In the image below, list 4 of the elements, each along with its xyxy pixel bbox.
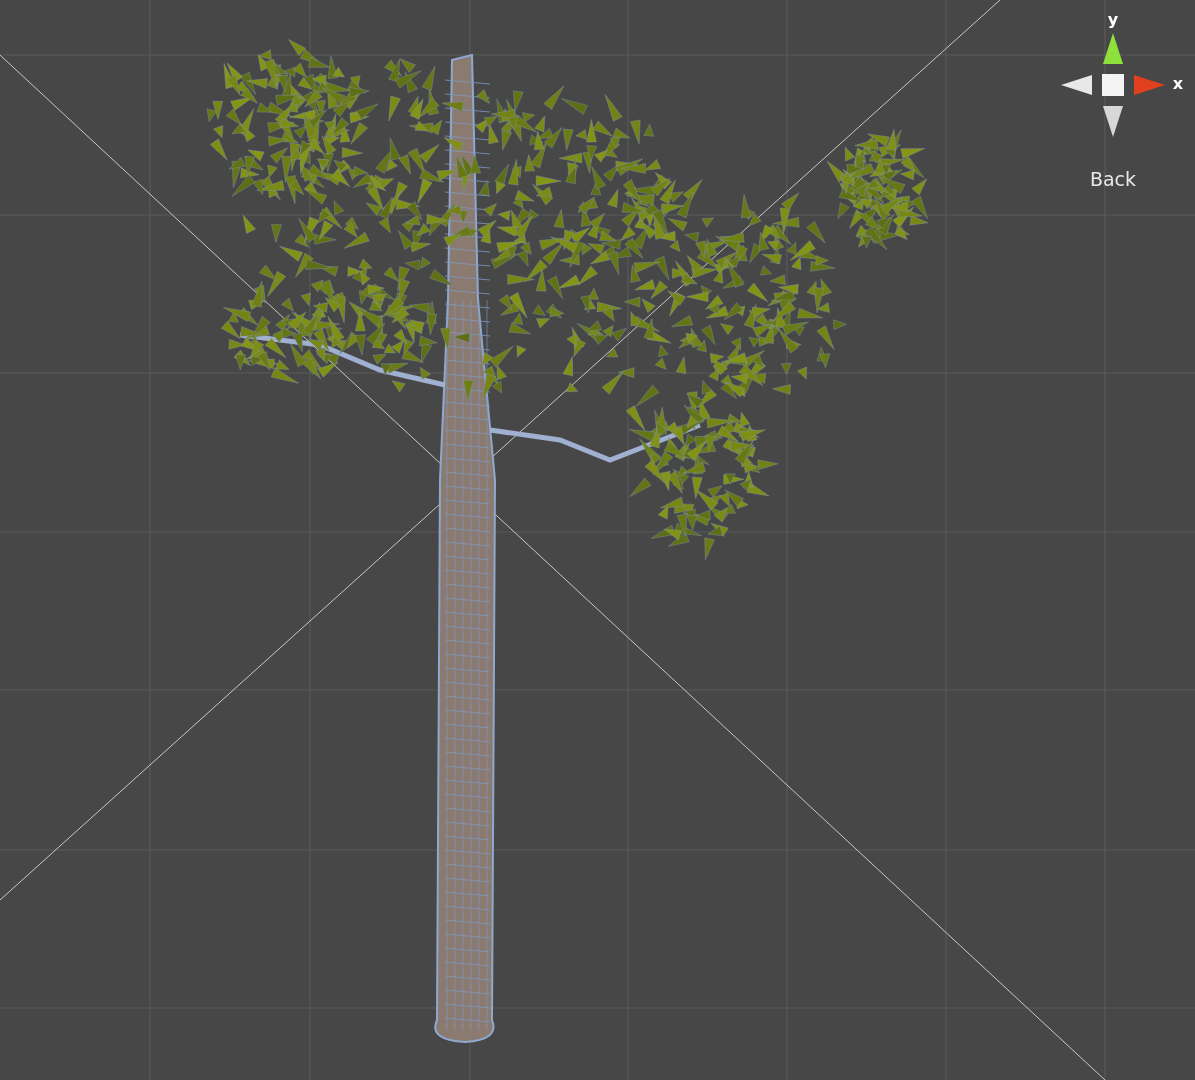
axis-label: x	[1172, 76, 1184, 92]
axis-label: y	[1107, 12, 1119, 28]
axis-gizmo-icon[interactable]	[1061, 33, 1165, 137]
view-label: Back	[1089, 170, 1137, 189]
